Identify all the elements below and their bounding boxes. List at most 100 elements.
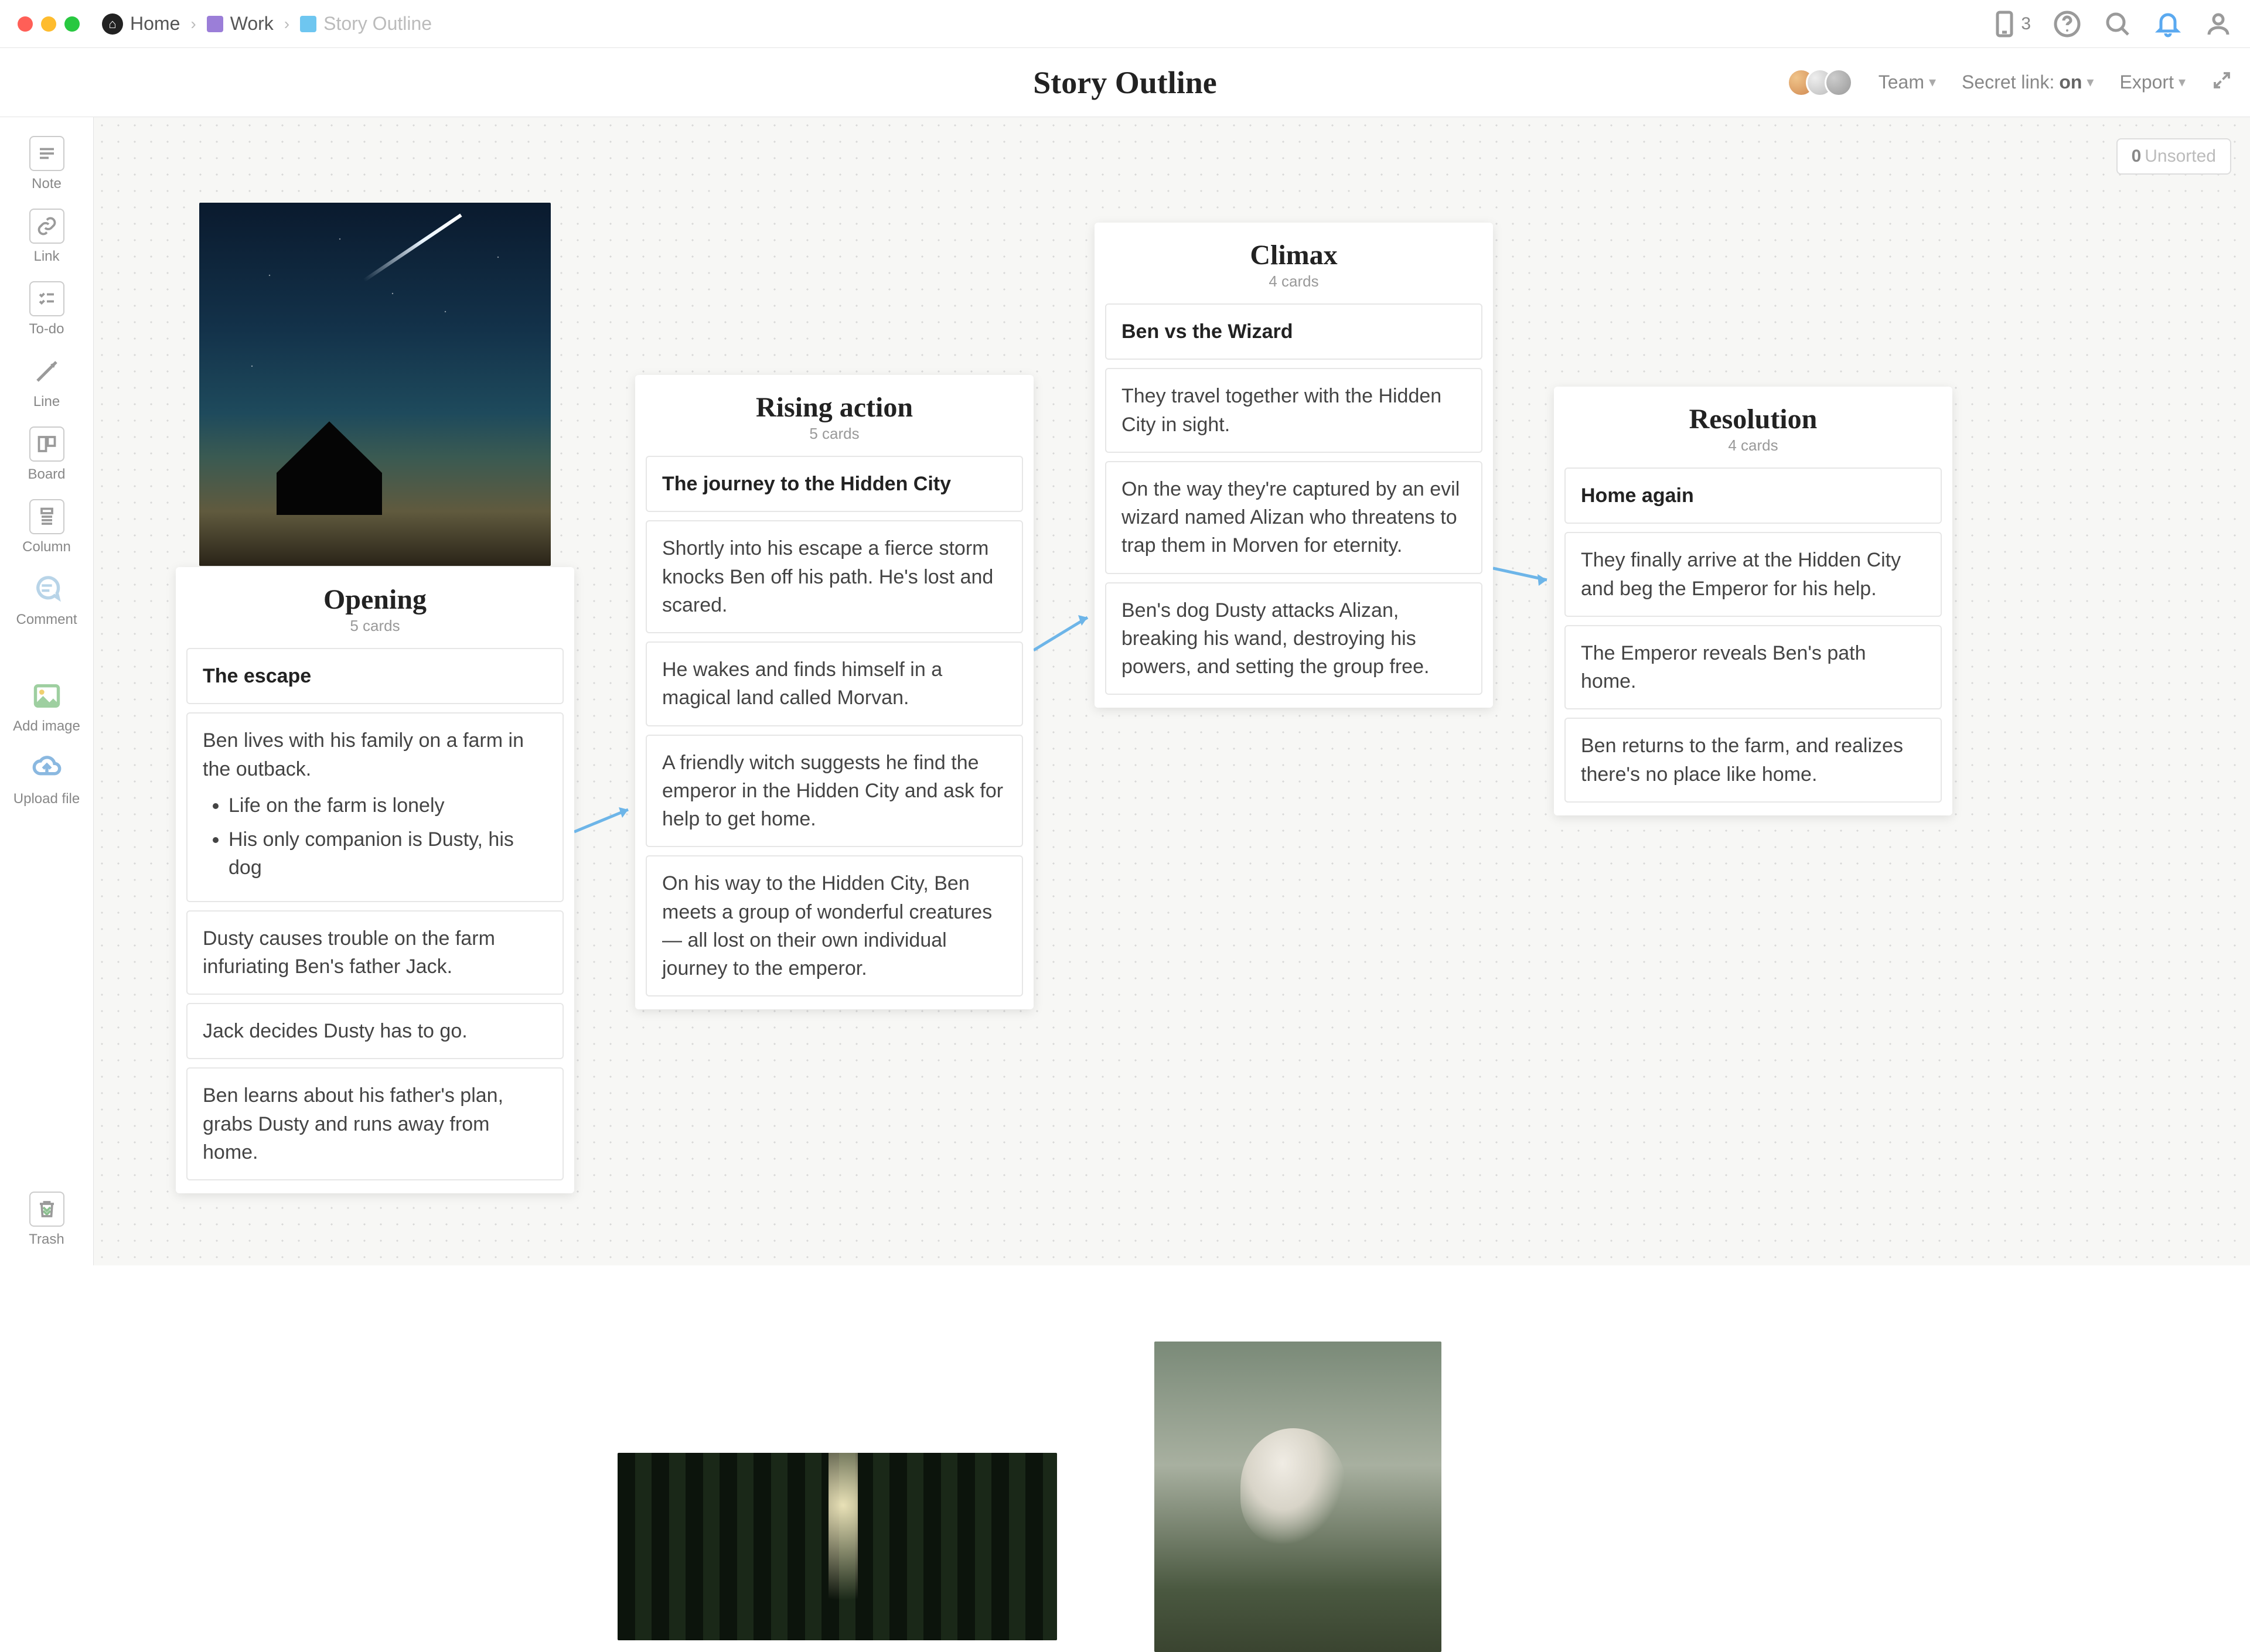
board-card[interactable]: On his way to the Hidden City, Ben meets… bbox=[646, 855, 1023, 996]
breadcrumb-current: Story Outline bbox=[300, 13, 432, 35]
board-card[interactable]: He wakes and finds himself in a magical … bbox=[646, 641, 1023, 726]
topbar-right: 3 bbox=[1990, 10, 2232, 38]
board-card[interactable]: Ben's dog Dusty attacks Alizan, breaking… bbox=[1105, 582, 1482, 695]
column-image-wolf[interactable] bbox=[1154, 1342, 1441, 1652]
sidebar-item-trash[interactable]: Trash bbox=[0, 1192, 93, 1248]
chevron-right-icon: › bbox=[284, 15, 289, 33]
column-rising-action[interactable]: Rising action 5 cards The journey to the… bbox=[635, 375, 1034, 1009]
board-card[interactable]: Ben lives with his family on a farm in t… bbox=[186, 712, 564, 902]
board-card[interactable]: Dusty causes trouble on the farm infuria… bbox=[186, 910, 564, 995]
avatar[interactable] bbox=[1825, 69, 1853, 97]
sidebar-item-board[interactable]: Board bbox=[0, 426, 93, 483]
breadcrumb: ⌂ Home › Work › Story Outline bbox=[102, 13, 432, 35]
sidebar-item-todo[interactable]: To-do bbox=[0, 281, 93, 337]
breadcrumb-home[interactable]: ⌂ Home bbox=[102, 13, 180, 35]
team-dropdown[interactable]: Team ▾ bbox=[1879, 71, 1936, 93]
board-card[interactable]: Ben learns about his father's plan, grab… bbox=[186, 1067, 564, 1180]
window-controls[interactable] bbox=[18, 16, 80, 32]
card-text: They travel together with the Hidden Cit… bbox=[1121, 385, 1441, 435]
link-icon bbox=[29, 209, 64, 244]
export-dropdown[interactable]: Export ▾ bbox=[2119, 71, 2186, 93]
board-card[interactable]: Home again bbox=[1564, 467, 1942, 524]
card-bullet: Life on the farm is lonely bbox=[229, 791, 547, 820]
close-window-icon[interactable] bbox=[18, 16, 33, 32]
device-count: 3 bbox=[2021, 14, 2031, 34]
sidebar-item-label: Add image bbox=[13, 718, 80, 735]
secret-link-label: Secret link: bbox=[1962, 71, 2054, 93]
column-header: Opening 5 cards bbox=[176, 567, 574, 641]
column-climax[interactable]: Climax 4 cards Ben vs the Wizard They tr… bbox=[1095, 223, 1493, 708]
column-opening[interactable]: Opening 5 cards The escape Ben lives wit… bbox=[176, 567, 574, 1193]
home-icon: ⌂ bbox=[102, 13, 123, 35]
secret-link-dropdown[interactable]: Secret link: on ▾ bbox=[1962, 71, 2094, 93]
sidebar-item-comment[interactable]: Comment bbox=[0, 572, 93, 628]
page-titlebar: Story Outline Team ▾ Secret link: on ▾ E… bbox=[0, 48, 2250, 117]
sidebar-item-add-image[interactable]: Add image bbox=[0, 678, 93, 735]
column-subtitle: 5 cards bbox=[188, 617, 562, 635]
connector-arrow bbox=[1493, 562, 1557, 592]
sidebar-item-label: Comment bbox=[16, 612, 77, 628]
board-canvas[interactable]: 0Unsorted Opening 5 cards The escape Ben… bbox=[94, 117, 2250, 1265]
sidebar-item-column[interactable]: Column bbox=[0, 499, 93, 555]
chevron-down-icon: ▾ bbox=[1929, 74, 1936, 91]
minimize-window-icon[interactable] bbox=[41, 16, 56, 32]
bell-icon[interactable] bbox=[2154, 10, 2182, 38]
card-text: Ben vs the Wizard bbox=[1121, 320, 1293, 343]
tool-sidebar: Note Link To-do Line Board Column Commen… bbox=[0, 117, 94, 1265]
board-card[interactable]: A friendly witch suggests he find the em… bbox=[646, 735, 1023, 848]
column-subtitle: 4 cards bbox=[1106, 272, 1481, 291]
export-label: Export bbox=[2119, 71, 2173, 93]
help-icon[interactable] bbox=[2053, 10, 2081, 38]
board-card[interactable]: They finally arrive at the Hidden City a… bbox=[1564, 532, 1942, 617]
unsorted-button[interactable]: 0Unsorted bbox=[2116, 138, 2231, 175]
note-icon bbox=[29, 136, 64, 171]
breadcrumb-home-label: Home bbox=[130, 13, 180, 35]
secret-link-state: on bbox=[2059, 71, 2082, 93]
board-card[interactable]: The Emperor reveals Ben's path home. bbox=[1564, 625, 1942, 710]
board-card[interactable]: The escape bbox=[186, 648, 564, 704]
column-title: Rising action bbox=[647, 391, 1022, 424]
card-text: The escape bbox=[203, 665, 311, 687]
sidebar-item-line[interactable]: Line bbox=[0, 354, 93, 410]
card-text: Ben learns about his father's plan, grab… bbox=[203, 1084, 503, 1163]
column-image-night[interactable] bbox=[199, 203, 551, 566]
sidebar-item-label: Trash bbox=[29, 1231, 64, 1248]
device-icon bbox=[1990, 10, 2019, 38]
maximize-window-icon[interactable] bbox=[64, 16, 80, 32]
sidebar-item-label: Column bbox=[22, 539, 71, 555]
sidebar-item-label: Line bbox=[33, 394, 60, 410]
column-icon bbox=[29, 499, 64, 534]
column-image-forest[interactable] bbox=[618, 1453, 1057, 1640]
connector-arrow bbox=[574, 803, 639, 838]
column-title: Opening bbox=[188, 583, 562, 616]
column-header: Rising action 5 cards bbox=[635, 375, 1034, 449]
breadcrumb-work[interactable]: Work bbox=[207, 13, 274, 35]
column-resolution[interactable]: Resolution 4 cards Home again They final… bbox=[1554, 387, 1952, 815]
collaborator-avatars[interactable] bbox=[1787, 69, 1853, 97]
board-card[interactable]: Jack decides Dusty has to go. bbox=[186, 1003, 564, 1059]
board-icon bbox=[29, 426, 64, 462]
sidebar-item-label: Board bbox=[28, 466, 65, 483]
card-text: Shortly into his escape a fierce storm k… bbox=[662, 537, 993, 616]
sidebar-item-upload-file[interactable]: Upload file bbox=[0, 751, 93, 807]
card-text: On the way they're captured by an evil w… bbox=[1121, 478, 1460, 557]
card-text: A friendly witch suggests he find the em… bbox=[662, 752, 1003, 831]
sidebar-item-link[interactable]: Link bbox=[0, 209, 93, 265]
card-text: Jack decides Dusty has to go. bbox=[203, 1020, 468, 1042]
search-icon[interactable] bbox=[2104, 10, 2132, 38]
devices-button[interactable]: 3 bbox=[1990, 10, 2031, 38]
board-card[interactable]: On the way they're captured by an evil w… bbox=[1105, 461, 1482, 574]
expand-button[interactable] bbox=[2211, 70, 2232, 95]
user-icon[interactable] bbox=[2204, 10, 2232, 38]
sidebar-item-note[interactable]: Note bbox=[0, 136, 93, 192]
line-icon bbox=[29, 354, 64, 389]
board-card[interactable]: The journey to the Hidden City bbox=[646, 456, 1023, 512]
board-card[interactable]: Ben vs the Wizard bbox=[1105, 303, 1482, 360]
board-card[interactable]: They travel together with the Hidden Cit… bbox=[1105, 368, 1482, 453]
upload-icon bbox=[29, 751, 64, 786]
board-card[interactable]: Shortly into his escape a fierce storm k… bbox=[646, 520, 1023, 633]
card-text: He wakes and finds himself in a magical … bbox=[662, 658, 942, 709]
image-icon bbox=[29, 678, 64, 714]
board-card[interactable]: Ben returns to the farm, and realizes th… bbox=[1564, 718, 1942, 803]
card-text: The Emperor reveals Ben's path home. bbox=[1581, 642, 1866, 692]
